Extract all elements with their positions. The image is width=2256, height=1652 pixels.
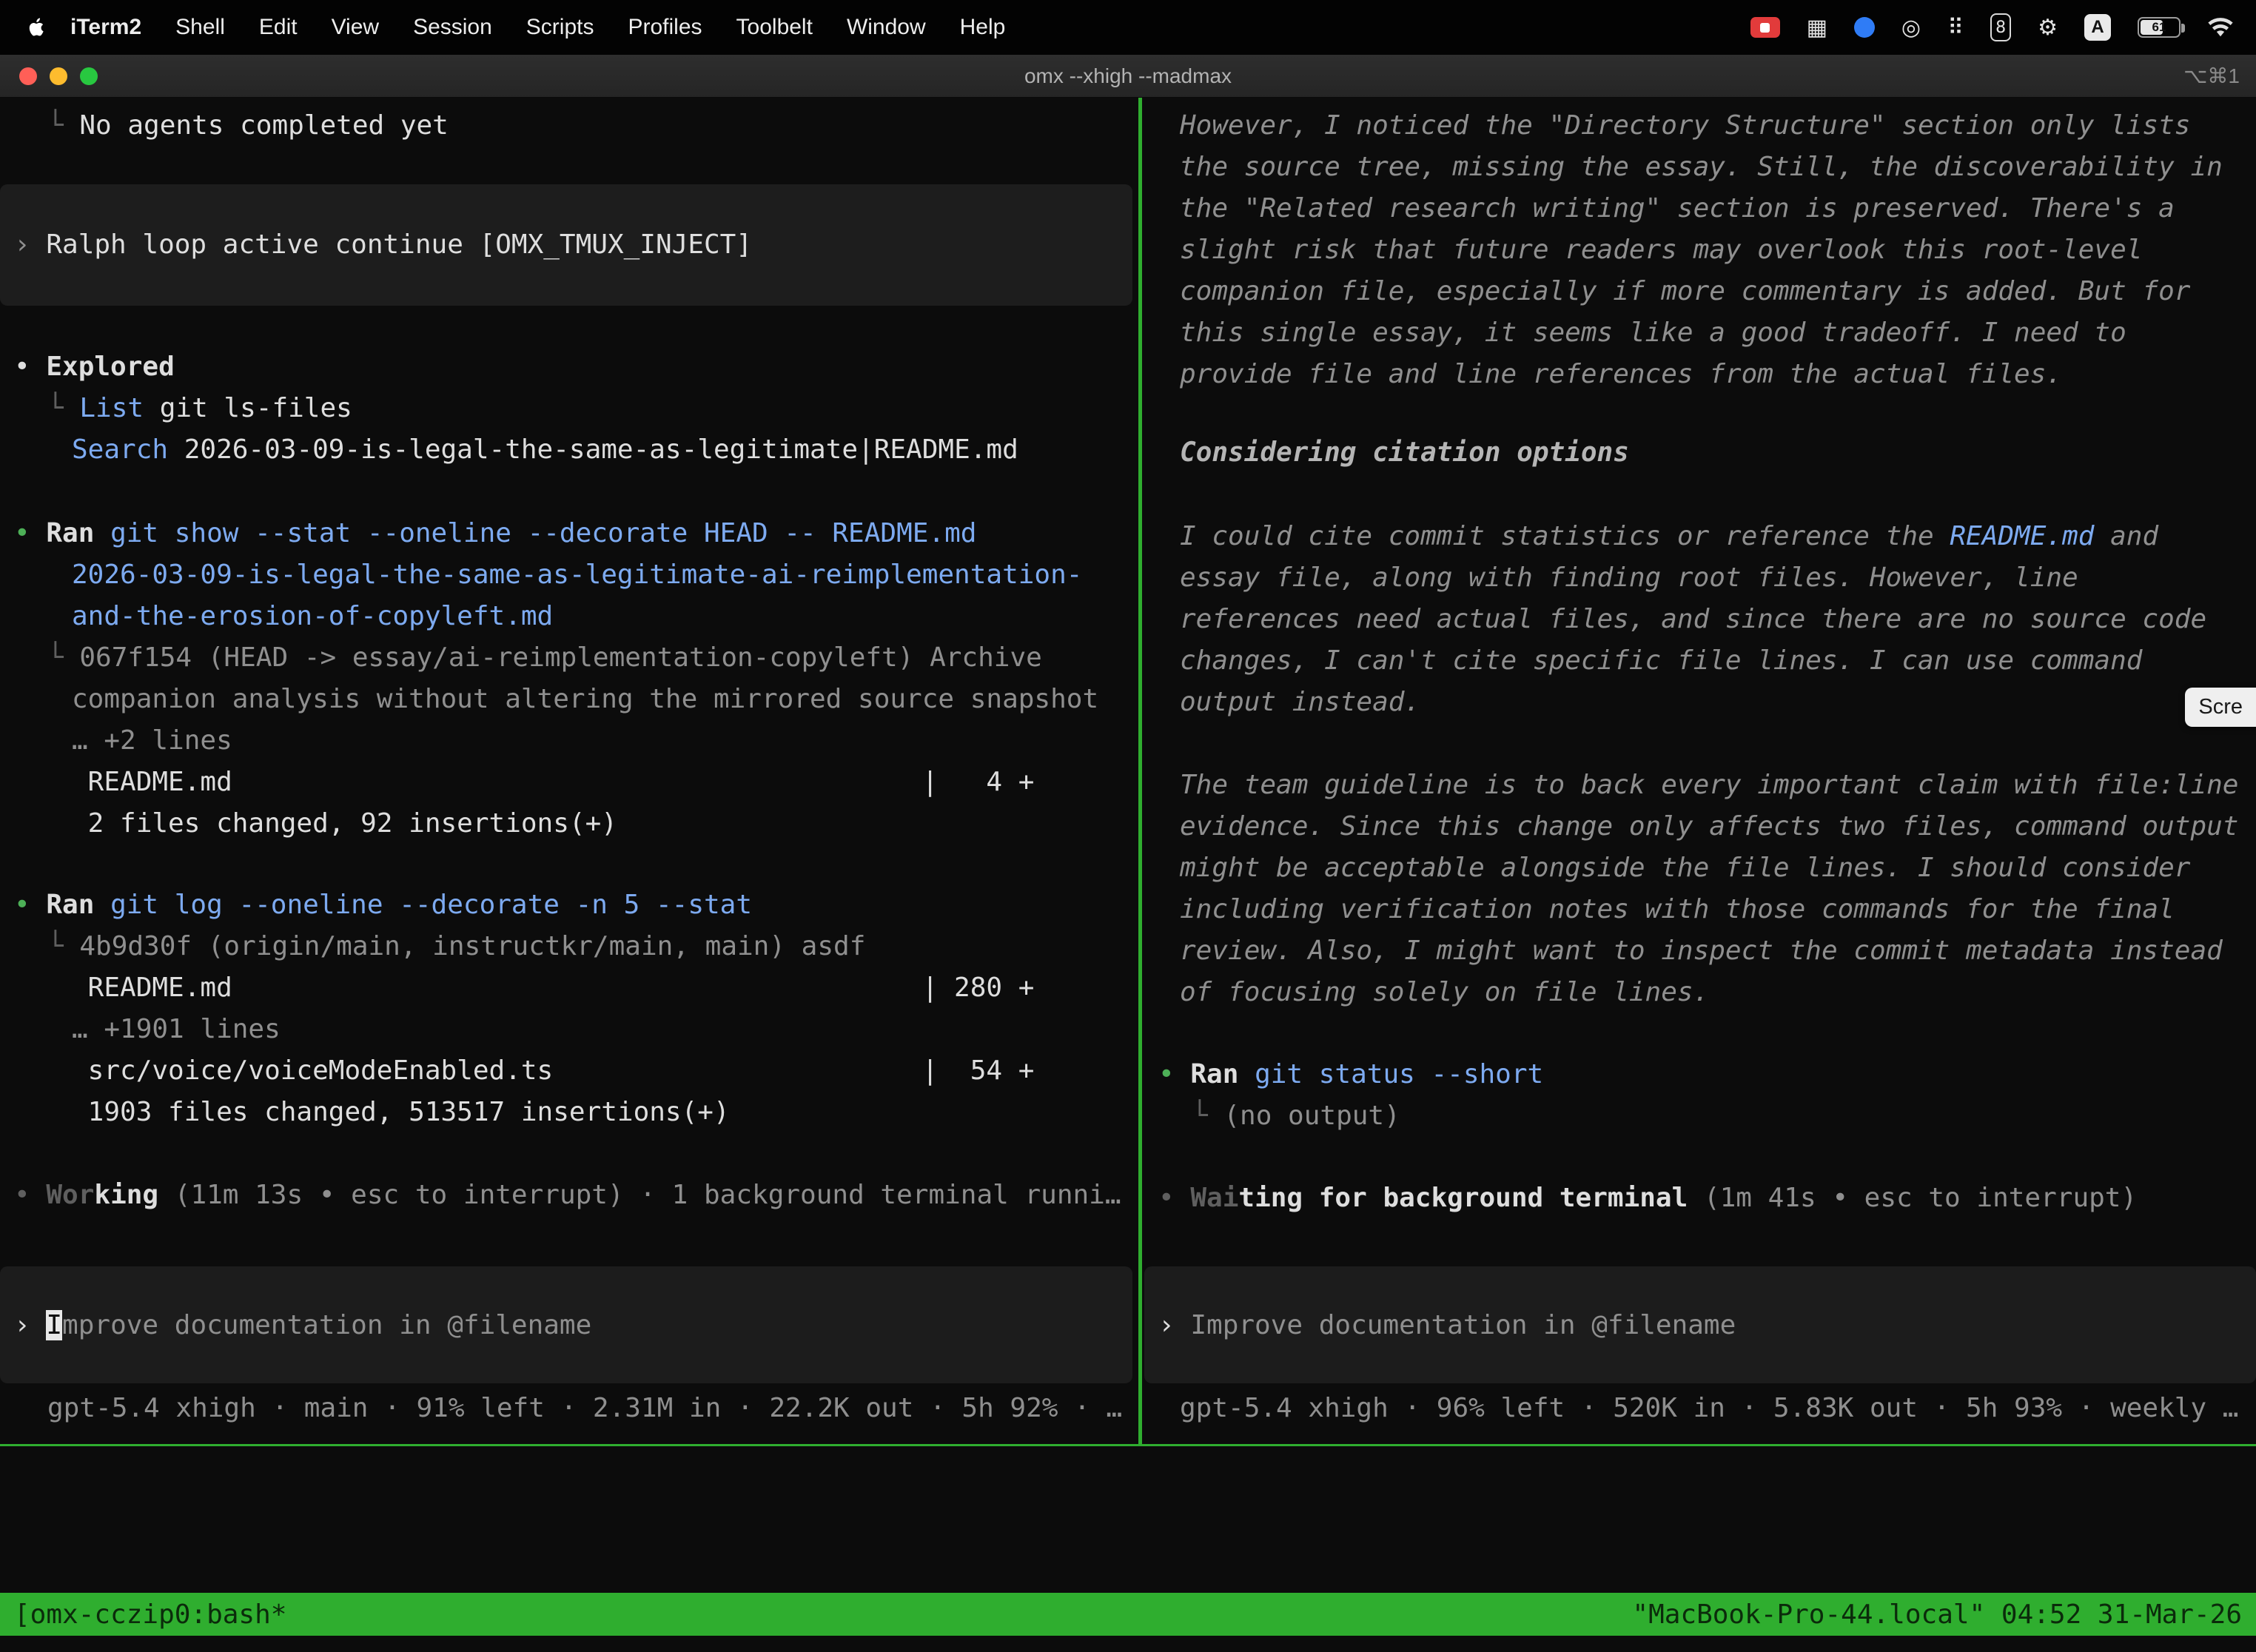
apple-menu-icon[interactable]: [27, 16, 47, 39]
thinking-line: slight risk that future readers may over…: [1144, 229, 2256, 271]
text-cursor: I: [46, 1310, 62, 1340]
pane-left[interactable]: └ No agents completed yet › Ralph loop a…: [0, 98, 1138, 1444]
macos-menubar: iTerm2 Shell Edit View Session Scripts P…: [0, 0, 2256, 55]
explored-header: • Explored: [0, 346, 1138, 388]
thinking-line: The team guideline is to back every impo…: [1144, 765, 2256, 806]
show-filename-line2: and-the-erosion-of-copyleft.md: [0, 596, 1138, 637]
thinking-line: output instead.: [1144, 682, 2256, 723]
menu-view[interactable]: View: [315, 15, 396, 40]
menu-profiles[interactable]: Profiles: [611, 15, 719, 40]
ran-git-status: • Ran git status --short: [1144, 1054, 2256, 1095]
thinking-line: including verification notes with those …: [1144, 889, 2256, 930]
close-window-button[interactable]: [19, 67, 37, 85]
thinking-line: However, I noticed the "Directory Struct…: [1144, 105, 2256, 147]
gear-icon[interactable]: ⚙: [2038, 15, 2058, 41]
ralph-inject-banner: › Ralph loop active continue [OMX_TMUX_I…: [0, 184, 1132, 306]
thinking-line: evidence. Since this change only affects…: [1144, 806, 2256, 847]
waiting-status: • Waiting for background terminal (1m 41…: [1144, 1178, 2256, 1219]
battery-cap: [2181, 24, 2185, 33]
screen-edge-tooltip[interactable]: Scre: [2185, 688, 2256, 727]
tmux-host-time: "MacBook-Pro-44.local" 04:52 31-Mar-26: [1632, 1599, 2242, 1630]
battery-percent: 61: [2139, 19, 2179, 36]
show-commit-line2: companion analysis without altering the …: [0, 679, 1138, 720]
keypad-icon[interactable]: 8: [1990, 13, 2011, 41]
show-stat-file: README.md | 4 +: [0, 762, 1138, 803]
prompt-input-left[interactable]: › Improve documentation in @filename: [0, 1266, 1132, 1383]
left-statusline: gpt-5.4 xhigh · main · 91% left · 2.31M …: [0, 1388, 1138, 1429]
input-source-icon[interactable]: A: [2084, 14, 2111, 41]
minimize-window-button[interactable]: [50, 67, 67, 85]
show-commit-line: └ 067f154 (HEAD -> essay/ai-reimplementa…: [0, 637, 1138, 679]
window-shortcut-badge: ⌥⌘1: [2183, 64, 2240, 88]
ran-git-show: • Ran git show --stat --oneline --decora…: [0, 513, 1138, 554]
window-title: omx --xhigh --madmax: [1024, 64, 1232, 88]
prompt-input-right[interactable]: › Improve documentation in @filename: [1144, 1266, 2256, 1383]
menu-help[interactable]: Help: [943, 15, 1023, 40]
right-statusline: gpt-5.4 xhigh · 96% left · 520K in · 5.8…: [1144, 1388, 2256, 1429]
log-stat-file2: src/voice/voiceModeEnabled.ts | 54 +: [0, 1050, 1138, 1092]
pane-right[interactable]: However, I noticed the "Directory Struct…: [1144, 98, 2256, 1444]
show-stat-summary: 2 files changed, 92 insertions(+): [0, 803, 1138, 845]
menu-iterm2[interactable]: iTerm2: [53, 15, 158, 40]
thinking-line: of focusing solely on file lines.: [1144, 972, 2256, 1013]
traffic-lights: [19, 67, 98, 85]
wifi-icon[interactable]: [2207, 18, 2234, 38]
pane-divider-horizontal: [0, 1444, 2256, 1446]
thinking-line: the source tree, missing the essay. Stil…: [1144, 147, 2256, 188]
thinking-line: references need actual files, and since …: [1144, 599, 2256, 640]
terminal-viewport: └ No agents completed yet › Ralph loop a…: [0, 98, 2256, 1652]
pane-divider-vertical[interactable]: [1138, 98, 1142, 1444]
blue-app-icon[interactable]: [1854, 17, 1875, 38]
ralph-inject-line: › Ralph loop active continue [OMX_TMUX_I…: [0, 224, 1132, 266]
explored-item-list: └ List git ls-files: [0, 388, 1138, 429]
thinking-line-with-link: I could cite commit statistics or refere…: [1144, 516, 2256, 557]
omx-status-bar: [OMX#0.11.9] cczip/essay/ai-reimplementa…: [0, 1470, 2256, 1511]
tmux-status-bar: [omx-cczip0:bash* "MacBook-Pro-44.local"…: [0, 1593, 2256, 1636]
explored-item-search: Search 2026-03-09-is-legal-the-same-as-l…: [0, 429, 1138, 471]
menu-toolbelt[interactable]: Toolbelt: [719, 15, 830, 40]
grid-app-icon[interactable]: ▦: [1807, 15, 1827, 41]
thinking-line: might be acceptable alongside the file l…: [1144, 847, 2256, 889]
menu-session[interactable]: Session: [396, 15, 509, 40]
thinking-line: the "Related research writing" section i…: [1144, 188, 2256, 229]
menu-window[interactable]: Window: [830, 15, 943, 40]
disc-app-icon[interactable]: ◎: [1901, 15, 1921, 41]
menu-edit[interactable]: Edit: [242, 15, 315, 40]
thinking-line: review. Also, I might want to inspect th…: [1144, 930, 2256, 972]
log-stat-file: README.md | 280 +: [0, 967, 1138, 1009]
log-more-lines: … +1901 lines: [0, 1009, 1138, 1050]
thinking-line: this single essay, it seems like a good …: [1144, 312, 2256, 354]
tmux-session-window[interactable]: [omx-cczip0:bash*: [14, 1599, 286, 1630]
no-output-line: └ (no output): [1144, 1095, 2256, 1137]
menu-scripts[interactable]: Scripts: [509, 15, 611, 40]
thinking-line: companion file, especially if more comme…: [1144, 271, 2256, 312]
record-dot: [1760, 23, 1770, 33]
menu-shell[interactable]: Shell: [158, 15, 242, 40]
working-status: • Working (11m 13s • esc to interrupt) ·…: [0, 1175, 1138, 1216]
thinking-line: essay file, along with finding root file…: [1144, 557, 2256, 599]
thinking-line: changes, I can't cite specific file line…: [1144, 640, 2256, 682]
show-more-lines: … +2 lines: [0, 720, 1138, 762]
menubar-status-icons: ▦ ◎ ⠿ 8 ⚙ A 61: [1750, 13, 2241, 41]
ran-git-log: • Ran git log --oneline --decorate -n 5 …: [0, 884, 1138, 926]
battery-icon[interactable]: 61: [2138, 17, 2181, 38]
no-agents-line: └ No agents completed yet: [0, 105, 1138, 147]
log-stat-summary: 1903 files changed, 513517 insertions(+): [0, 1092, 1138, 1133]
dots-grid-icon[interactable]: ⠿: [1947, 15, 1964, 41]
thinking-line: provide file and line references from th…: [1144, 354, 2256, 395]
screen-recording-stop-icon[interactable]: [1750, 17, 1780, 38]
zoom-window-button[interactable]: [80, 67, 98, 85]
show-filename-line1: 2026-03-09-is-legal-the-same-as-legitima…: [0, 554, 1138, 596]
thinking-heading: Considering citation options: [1144, 432, 2256, 474]
log-commit-line: └ 4b9d30f (origin/main, instructkr/main,…: [0, 926, 1138, 967]
readme-link[interactable]: README.md: [1950, 521, 2094, 551]
window-titlebar[interactable]: omx --xhigh --madmax ⌥⌘1: [0, 55, 2256, 98]
